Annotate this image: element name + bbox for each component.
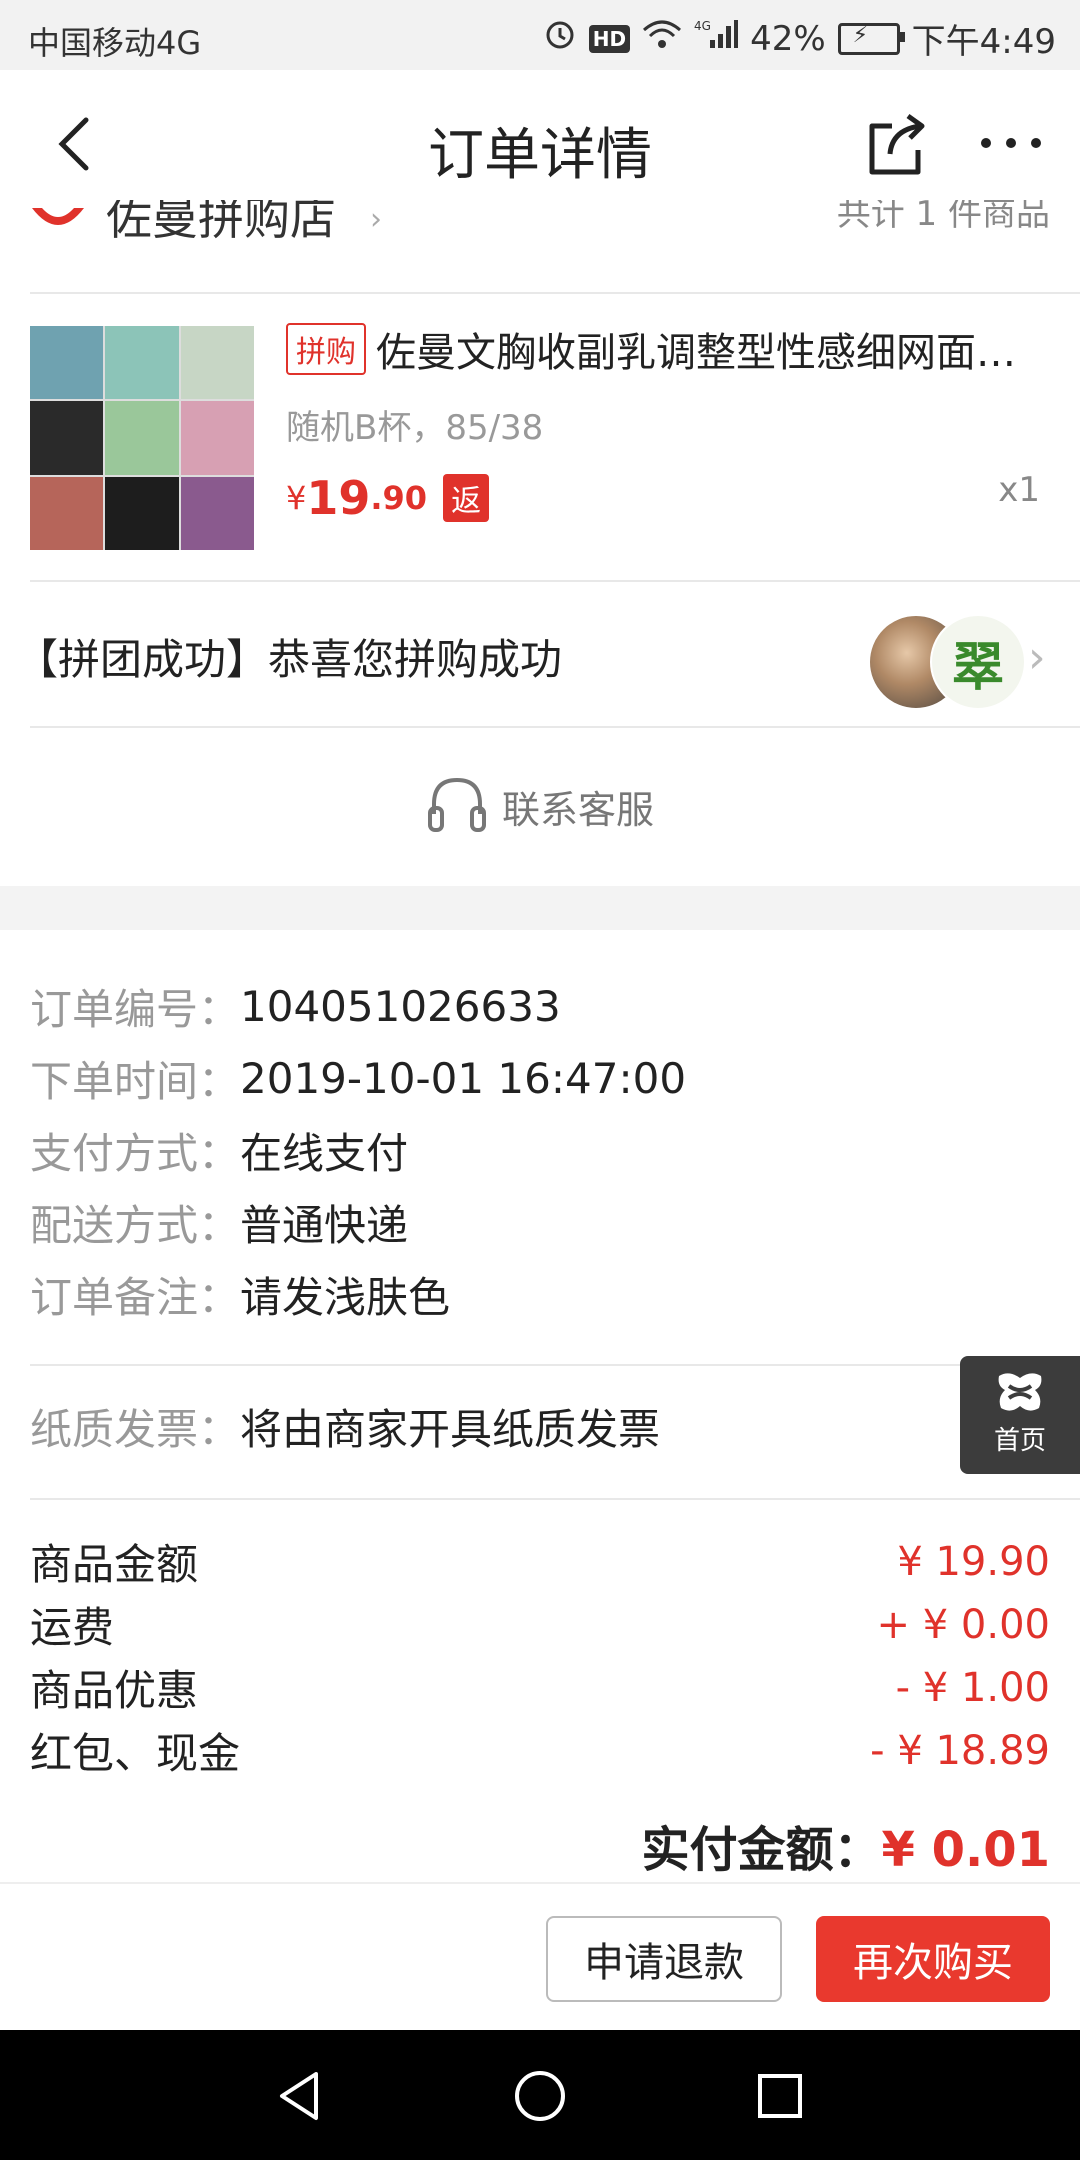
amount-key: 商品金额 xyxy=(30,1540,199,1589)
chevron-right-icon: › xyxy=(1028,632,1046,683)
store-row[interactable]: 佐曼拼购店 › 共计 1 件商品 xyxy=(30,200,1080,294)
amount-key: 商品优惠 xyxy=(30,1666,199,1715)
group-success-text: 【拼团成功】恭喜您拼购成功 xyxy=(16,635,563,684)
order-info-key: 订单编号： xyxy=(30,984,241,1034)
contact-service-label: 联系客服 xyxy=(502,787,655,832)
order-info-row: 支付方式： 在线支付 xyxy=(30,1114,1050,1186)
battery-percent: 42% xyxy=(750,18,826,59)
network-type-label: 4G xyxy=(694,19,711,33)
share-icon[interactable] xyxy=(862,110,932,180)
recents-square-icon[interactable] xyxy=(750,2066,810,2126)
product-quantity: x1 xyxy=(998,470,1040,510)
order-info-row: 订单备注： 请发浅肤色 xyxy=(30,1258,1050,1330)
order-note: 请发浅肤色 xyxy=(240,1272,451,1322)
alarm-icon xyxy=(543,17,577,60)
product-item[interactable]: 拼购 佐曼文胸收副乳调整型性感细网面… 随机B杯，85/38 ¥ 19 .90 返… xyxy=(30,320,1050,560)
divider xyxy=(30,1498,1080,1500)
goods-discount: - ¥ 1.00 xyxy=(895,1664,1050,1711)
home-logo-icon xyxy=(960,1370,1080,1418)
app-header: 订单详情 xyxy=(0,70,1080,220)
rebate-badge: 返 xyxy=(443,474,490,522)
back-triangle-icon[interactable] xyxy=(270,2066,330,2126)
amount-row: 商品优惠 - ¥ 1.00 xyxy=(30,1656,1050,1719)
more-icon[interactable] xyxy=(976,128,1046,158)
signal-icon: 4G xyxy=(694,18,739,59)
amount-key: 运费 xyxy=(30,1603,115,1652)
order-info: 订单编号： 104051026633 下单时间： 2019-10-01 16:4… xyxy=(30,970,1050,1330)
payment-method: 在线支付 xyxy=(240,1128,409,1178)
status-bar: 中国移动4G HD 4G 42% ⚡ 下午4:49 xyxy=(0,0,1080,70)
price-symbol: ¥ xyxy=(286,479,307,517)
chevron-right-icon: › xyxy=(370,202,382,237)
wifi-icon xyxy=(642,18,682,59)
system-nav-bar xyxy=(0,2030,1080,2160)
refund-button[interactable]: 申请退款 xyxy=(546,1916,782,2002)
order-info-row: 订单编号： 104051026633 xyxy=(30,970,1050,1042)
group-buy-badge: 拼购 xyxy=(286,323,366,375)
price-integer: 19 xyxy=(306,471,371,525)
delivery-method: 普通快递 xyxy=(240,1200,409,1250)
store-name: 佐曼拼购店 xyxy=(106,200,336,245)
divider xyxy=(30,1364,1080,1366)
order-info-key: 配送方式： xyxy=(30,1200,241,1250)
bottom-action-bar: 申请退款 再次购买 xyxy=(0,1882,1080,2032)
invoice-key: 纸质发票： xyxy=(30,1404,241,1454)
store-logo-icon xyxy=(30,208,86,238)
invoice-value: 将由商家开具纸质发票 xyxy=(240,1404,661,1454)
clock: 下午4:49 xyxy=(911,22,1056,62)
price-decimal: .90 xyxy=(370,479,428,517)
order-number: 104051026633 xyxy=(240,981,561,1031)
home-circle-icon[interactable] xyxy=(510,2066,570,2126)
order-info-key: 支付方式： xyxy=(30,1128,241,1178)
order-info-key: 下单时间： xyxy=(30,1056,241,1106)
product-price: ¥ 19 .90 返 xyxy=(286,471,1050,525)
goods-amount: ¥ 19.90 xyxy=(897,1538,1050,1585)
status-icons: HD 4G 42% ⚡ 下午4:49 xyxy=(543,14,1056,63)
product-sku: 随机B杯，85/38 xyxy=(286,408,544,448)
battery-icon: ⚡ xyxy=(837,22,905,55)
product-name: 佐曼文胸收副乳调整型性感细网面… xyxy=(376,330,1016,376)
shipping-fee: + ¥ 0.00 xyxy=(876,1601,1050,1648)
paid-key: 实付金额： xyxy=(641,1822,882,1878)
headset-icon xyxy=(426,774,488,838)
product-thumbnail xyxy=(30,326,254,550)
order-info-row: 配送方式： 普通快递 xyxy=(30,1186,1050,1258)
contact-service-button[interactable]: 联系客服 xyxy=(0,730,1080,886)
carrier-label: 中国移动4G xyxy=(28,24,202,62)
amount-row: 红包、现金 - ¥ 18.89 xyxy=(30,1719,1050,1782)
amount-row: 商品金额 ¥ 19.90 xyxy=(30,1530,1050,1593)
avatar: 翠 xyxy=(930,614,1026,710)
rebuy-button[interactable]: 再次购买 xyxy=(816,1916,1050,2002)
divider xyxy=(30,726,1080,728)
redpacket-cash: - ¥ 18.89 xyxy=(870,1727,1050,1774)
invoice-row: 纸质发票： 将由商家开具纸质发票 xyxy=(30,1390,1050,1462)
hd-icon: HD xyxy=(588,24,631,53)
home-label: 首页 xyxy=(993,1426,1046,1456)
section-gap xyxy=(0,886,1080,930)
amount-row: 运费 + ¥ 0.00 xyxy=(30,1593,1050,1656)
paid-amount: 实付金额：¥ 0.01 xyxy=(641,1810,1050,1880)
home-float-button[interactable]: 首页 xyxy=(960,1356,1080,1474)
amount-summary: 商品金额 ¥ 19.90 运费 + ¥ 0.00 商品优惠 - ¥ 1.00 红… xyxy=(30,1530,1050,1782)
amount-key: 红包、现金 xyxy=(30,1729,241,1778)
group-success-row[interactable]: 【拼团成功】恭喜您拼购成功 翠 › xyxy=(0,582,1080,726)
order-info-row: 下单时间： 2019-10-01 16:47:00 xyxy=(30,1042,1050,1114)
order-time: 2019-10-01 16:47:00 xyxy=(240,1053,687,1103)
paid-value: ¥ 0.01 xyxy=(881,1822,1050,1878)
order-info-key: 订单备注： xyxy=(30,1272,241,1322)
item-count: 共计 1 件商品 xyxy=(836,200,1050,234)
